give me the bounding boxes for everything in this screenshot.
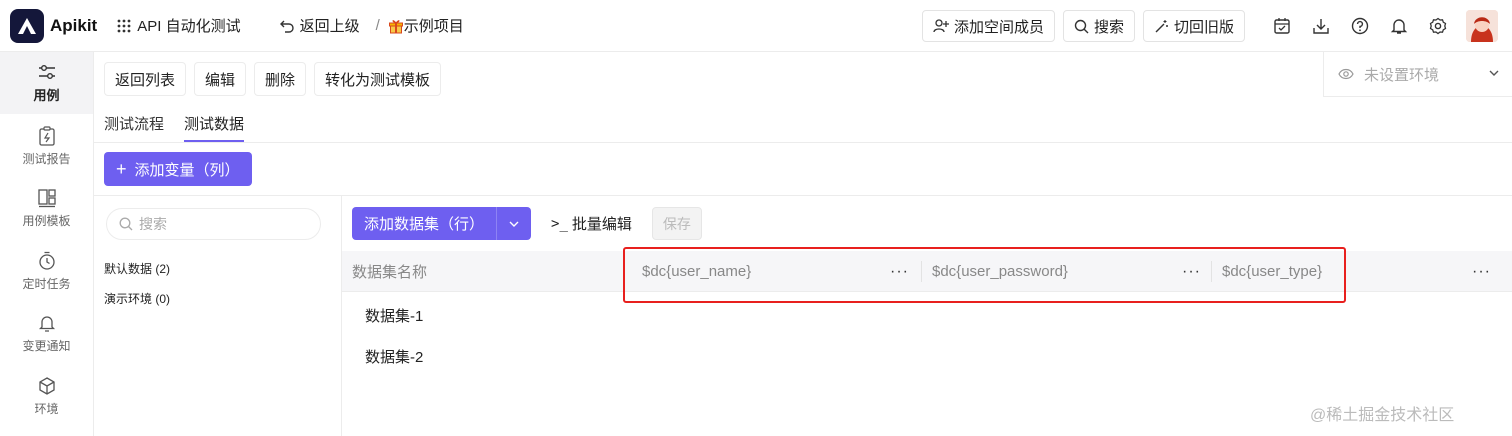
sidebar-item-label: 用例 (33, 87, 60, 103)
add-dataset-dropdown[interactable] (497, 207, 531, 240)
column-more-icon[interactable]: ··· (1472, 263, 1491, 281)
gift-icon (388, 19, 403, 33)
batch-edit-label: 批量编辑 (571, 216, 632, 233)
user-avatar[interactable] (1466, 10, 1498, 42)
timer-icon (38, 251, 55, 270)
save-button[interactable]: 保存 (651, 207, 702, 240)
sidebar-item-change-notice[interactable]: 变更通知 (0, 302, 93, 364)
help-icon[interactable] (1350, 16, 1370, 36)
undo-icon (279, 20, 294, 33)
search-placeholder: 搜索 (139, 216, 167, 232)
column-header-dataset-name: 数据集名称 (352, 251, 427, 292)
brand[interactable]: Apikit (10, 8, 98, 43)
calendar-icon[interactable] (1272, 16, 1292, 36)
plus-icon: + (116, 158, 127, 179)
table-row[interactable]: 数据集-1 (365, 305, 423, 326)
cube-icon (38, 376, 55, 395)
search-label: 搜索 (1093, 18, 1124, 36)
add-dataset-button[interactable]: 添加数据集（行） (352, 207, 498, 240)
eye-icon (1338, 68, 1354, 80)
add-member-label: 添加空间成员 (953, 18, 1044, 36)
sidebar-item-cases[interactable]: 用例 (0, 52, 93, 114)
bell-icon (38, 315, 55, 332)
environment-select[interactable]: 未设置环境 (1323, 52, 1512, 97)
tab-test-flow[interactable]: 测试流程 (104, 113, 164, 142)
magic-wand-icon (1155, 19, 1168, 32)
sidebar-item-label: 变更通知 (22, 338, 71, 353)
bell-icon[interactable] (1389, 16, 1409, 36)
add-variable-button[interactable]: + 添加变量（列） (104, 152, 252, 186)
delete-button[interactable]: 删除 (254, 62, 307, 96)
search-icon (119, 217, 133, 231)
grid-icon (117, 19, 131, 32)
brand-name: Apikit (50, 15, 98, 35)
dataset-group-panel: 搜索 默认数据 (2) 演示环境 (0) (94, 196, 342, 436)
report-icon (38, 125, 55, 146)
tab-bar: 测试流程 测试数据 (104, 113, 264, 142)
highlight-box (623, 247, 1346, 303)
sidebar-item-case-template[interactable]: 用例模板 (0, 177, 93, 239)
divider (94, 142, 1512, 143)
search-icon (1074, 19, 1089, 33)
case-toolbar: 返回列表 编辑 删除 转化为测试模板 (104, 62, 449, 96)
group-item[interactable]: 演示环境 (0) (104, 290, 170, 307)
sidebar-item-label: 定时任务 (22, 276, 71, 291)
apikit-logo-icon (10, 8, 44, 43)
sidebar: 用例 测试报告 用例模板 定时任务 变更通知 环境 (0, 52, 94, 436)
sidebar-item-label: 环境 (34, 401, 59, 416)
add-user-icon (933, 19, 949, 33)
back-up-link[interactable]: 返回上级 (279, 15, 360, 36)
workspace-name: API 自动化测试 (137, 18, 241, 35)
dataset-toolbar: 添加数据集（行） >_ 批量编辑 保存 (352, 207, 702, 240)
search-button[interactable]: 搜索 (1062, 10, 1135, 42)
batch-edit-button[interactable]: >_ 批量编辑 (551, 213, 632, 234)
chevron-down-icon (1489, 70, 1499, 76)
table-row[interactable]: 数据集-2 (365, 346, 423, 367)
group-search-input[interactable]: 搜索 (106, 208, 321, 240)
convert-to-template-button[interactable]: 转化为测试模板 (314, 62, 442, 96)
back-up-label: 返回上级 (299, 18, 360, 35)
environment-placeholder: 未设置环境 (1364, 66, 1440, 84)
sidebar-item-label: 测试报告 (22, 151, 71, 166)
add-member-button[interactable]: 添加空间成员 (921, 10, 1055, 42)
gear-icon[interactable] (1428, 16, 1448, 36)
add-dataset-split-button: 添加数据集（行） (352, 207, 532, 240)
back-to-list-button[interactable]: 返回列表 (104, 62, 187, 96)
switch-old-label: 切回旧版 (1173, 18, 1234, 36)
project-breadcrumb[interactable]: 示例项目 (388, 15, 464, 36)
sidebar-item-test-report[interactable]: 测试报告 (0, 115, 93, 177)
sliders-icon (38, 64, 55, 79)
sidebar-item-scheduled-task[interactable]: 定时任务 (0, 240, 93, 302)
sidebar-item-environment[interactable]: 环境 (0, 365, 93, 427)
sidebar-item-label: 用例模板 (22, 213, 71, 228)
workspace-switcher[interactable]: API 自动化测试 (117, 15, 241, 36)
top-bar: Apikit API 自动化测试 返回上级 / 示例项目 添加空间成员 搜索 切… (0, 0, 1512, 52)
edit-button[interactable]: 编辑 (194, 62, 247, 96)
tab-test-data[interactable]: 测试数据 (184, 113, 245, 142)
add-variable-label: 添加变量（列） (134, 161, 240, 179)
chevron-down-icon (509, 221, 519, 227)
switch-old-version-button[interactable]: 切回旧版 (1142, 10, 1245, 42)
group-item[interactable]: 默认数据 (2) (104, 260, 170, 277)
breadcrumb-separator: / (375, 17, 380, 34)
column-header-label: 数据集名称 (352, 264, 428, 281)
template-icon (37, 188, 56, 207)
terminal-icon: >_ (551, 215, 568, 232)
download-icon[interactable] (1311, 16, 1331, 36)
project-name: 示例项目 (403, 18, 464, 35)
watermark: @稀土掘金技术社区 (1310, 407, 1455, 424)
